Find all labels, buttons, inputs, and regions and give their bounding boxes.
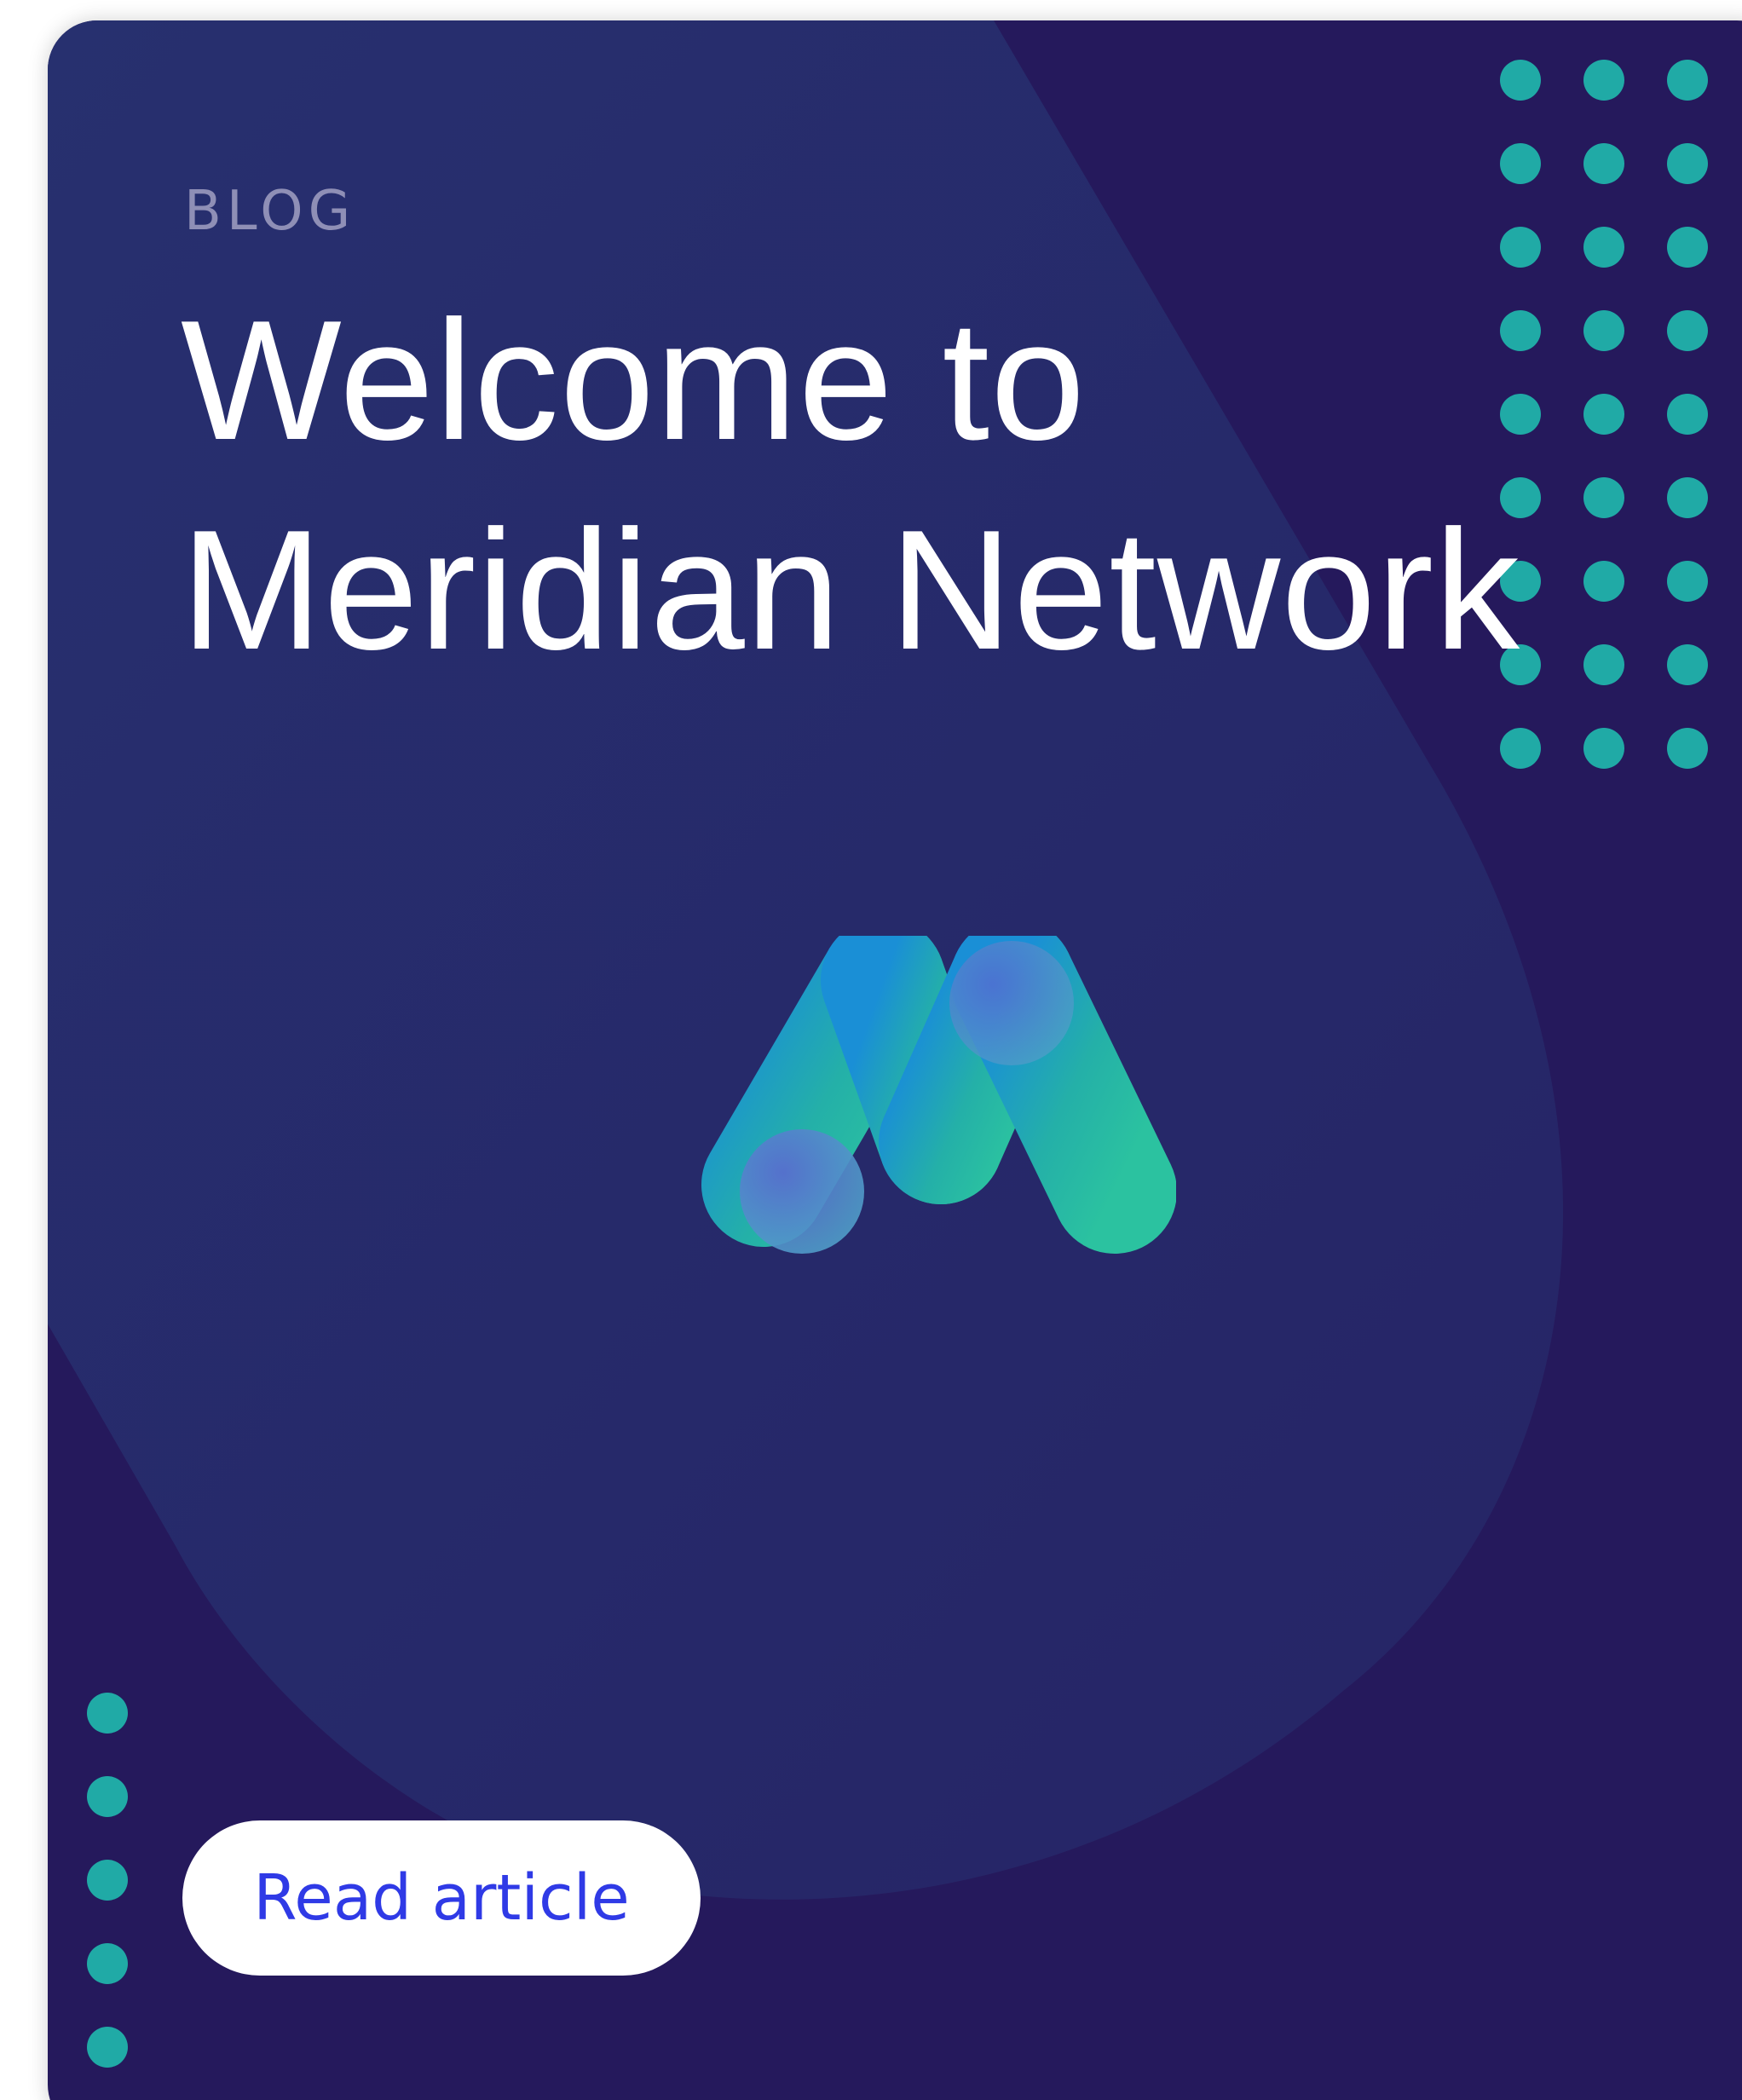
read-article-button[interactable]: Read article [182, 1820, 701, 1976]
article-title: Welcome to Meridian Network [181, 276, 1715, 695]
title-line-1: Welcome to [181, 286, 1087, 476]
category-label: BLOG [184, 180, 356, 243]
meridian-logo-icon [701, 936, 1176, 1254]
title-line-2: Meridian Network [181, 495, 1521, 685]
dot-column-icon [87, 1693, 128, 2068]
dot-column-bottom-left [87, 1693, 128, 2068]
blog-card[interactable]: BLOG Welcome to Meridian Network Read ar… [48, 20, 1742, 2100]
